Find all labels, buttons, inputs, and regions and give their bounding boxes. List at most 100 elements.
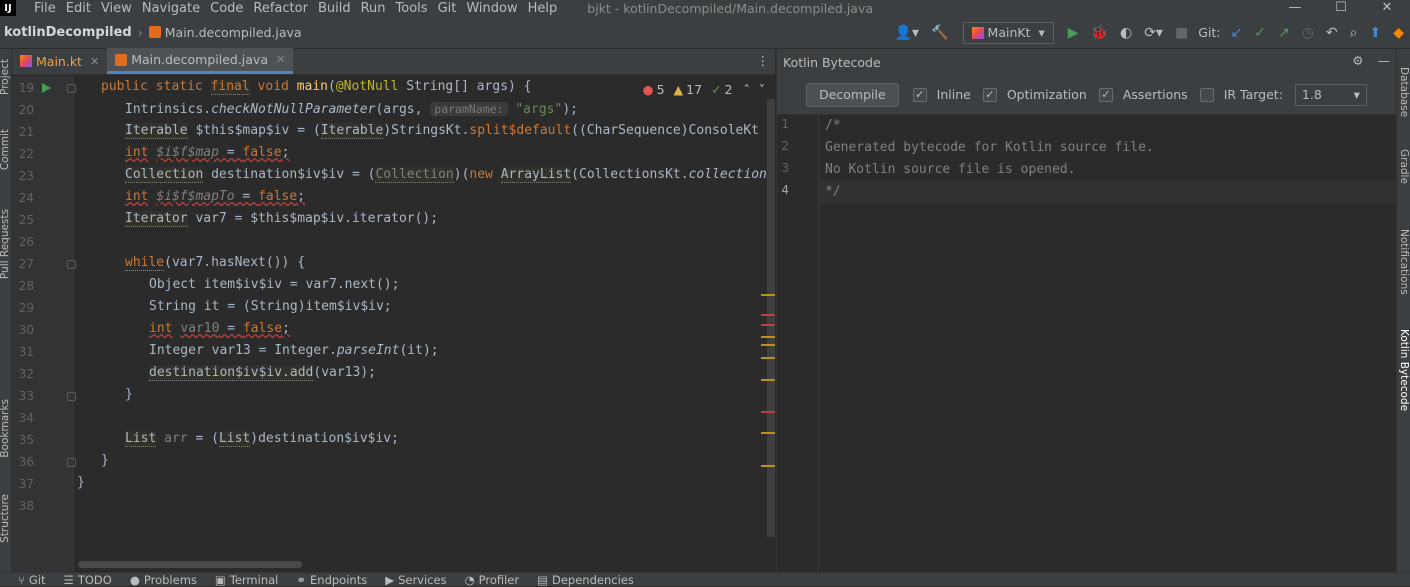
decompile-button[interactable]: Decompile bbox=[806, 82, 899, 107]
maximize-icon[interactable]: ☐ bbox=[1318, 0, 1364, 15]
tool-endpoints-label: Endpoints bbox=[310, 572, 368, 587]
user-icon[interactable]: 👤▾ bbox=[895, 25, 919, 41]
menu-git[interactable]: Git bbox=[438, 1, 457, 16]
menu-navigate[interactable]: Navigate bbox=[142, 1, 200, 16]
tool-endpoints[interactable]: ⚭ Endpoints bbox=[296, 573, 367, 587]
search-icon[interactable]: ⌕ bbox=[1350, 25, 1358, 41]
debug-icon[interactable]: 🐞 bbox=[1091, 25, 1108, 41]
run-configuration-select[interactable]: MainKt ▾ bbox=[962, 21, 1054, 44]
git-commit-icon[interactable]: ✓ bbox=[1254, 25, 1266, 41]
stop-icon[interactable]: ■ bbox=[1175, 25, 1188, 41]
tool-window-commit[interactable]: Commit bbox=[0, 129, 11, 170]
code-area[interactable]: public static final void main(@NotNull S… bbox=[76, 76, 766, 572]
close-icon[interactable]: ✕ bbox=[1364, 0, 1410, 15]
ir-checkbox[interactable] bbox=[1199, 87, 1214, 102]
fold-icon[interactable] bbox=[67, 84, 76, 93]
main-toolbar: 👤▾ 🔨 MainKt ▾ ▶ 🐞 ◐ ⟳▾ ■ Git: ↙ ✓ ↗ ◷ ↶ … bbox=[889, 16, 1410, 49]
profile-icon[interactable]: ⟳▾ bbox=[1144, 25, 1163, 41]
more-tabs-icon[interactable]: ⋮ bbox=[757, 53, 770, 68]
line-number: 3 bbox=[781, 161, 789, 175]
tool-services[interactable]: ▶ Services bbox=[385, 573, 446, 587]
bytecode-line: /* bbox=[825, 118, 841, 133]
git-history-icon[interactable]: ◷ bbox=[1302, 25, 1314, 41]
endpoints-icon: ⚭ bbox=[296, 572, 307, 587]
editor-tabs: Main.kt ✕ Main.decompiled.java ✕ ⋮ bbox=[12, 48, 775, 75]
code-line: Intrinsics.checkNotNullParameter(args, p… bbox=[125, 102, 578, 117]
gear-icon[interactable]: ⚙ bbox=[1352, 53, 1363, 68]
minimize-icon[interactable]: — bbox=[1272, 0, 1318, 15]
tool-profiler[interactable]: ◔ Profiler bbox=[465, 573, 520, 587]
tool-window-database[interactable]: Database bbox=[1398, 67, 1410, 117]
chevron-down-icon: ▾ bbox=[1038, 25, 1045, 40]
tab-main-kt[interactable]: Main.kt ✕ bbox=[12, 48, 107, 74]
tool-window-gradle[interactable]: Gradle bbox=[1398, 149, 1410, 184]
menu-run[interactable]: Run bbox=[361, 1, 386, 16]
fold-icon[interactable] bbox=[67, 392, 76, 401]
chevron-down-icon: ▾ bbox=[1353, 87, 1360, 102]
menu-tools[interactable]: Tools bbox=[396, 1, 428, 16]
fold-icon[interactable] bbox=[67, 260, 76, 269]
tool-services-label: Services bbox=[398, 572, 447, 587]
git-update-icon[interactable]: ↙ bbox=[1230, 25, 1242, 41]
hide-icon[interactable]: — bbox=[1378, 53, 1391, 68]
tool-window-notifications[interactable]: Notifications bbox=[1398, 229, 1410, 295]
menu-build[interactable]: Build bbox=[318, 1, 351, 16]
jetbrains-logo-icon[interactable]: ◆ bbox=[1393, 25, 1404, 41]
breadcrumb-project[interactable]: kotlinDecompiled bbox=[0, 25, 132, 40]
error-marker bbox=[761, 411, 775, 413]
update-icon[interactable]: ⬆ bbox=[1369, 25, 1381, 41]
vertical-scrollbar[interactable] bbox=[761, 99, 775, 537]
line-number: 29 bbox=[18, 301, 34, 315]
tool-git[interactable]: ⑂ Git bbox=[18, 573, 46, 587]
menu-file[interactable]: File bbox=[34, 1, 56, 16]
run-icon[interactable]: ▶ bbox=[1068, 25, 1079, 41]
git-push-icon[interactable]: ↗ bbox=[1278, 25, 1290, 41]
tool-window-bookmarks[interactable]: Bookmarks bbox=[0, 399, 11, 458]
breadcrumb-file[interactable]: Main.decompiled.java bbox=[165, 25, 302, 40]
bytecode-title: Kotlin Bytecode bbox=[783, 54, 881, 70]
code-line: destination$iv$iv.add(var13); bbox=[149, 365, 376, 381]
horizontal-scrollbar[interactable] bbox=[78, 561, 302, 568]
run-gutter-icon[interactable] bbox=[42, 83, 51, 93]
close-tab-icon[interactable]: ✕ bbox=[90, 55, 99, 68]
optimization-checkbox[interactable]: ✓ bbox=[982, 87, 997, 102]
menu-refactor[interactable]: Refactor bbox=[253, 1, 308, 16]
code-line: } bbox=[125, 387, 133, 402]
tab-main-decompiled-java[interactable]: Main.decompiled.java ✕ bbox=[107, 48, 294, 74]
menu-edit[interactable]: Edit bbox=[66, 1, 91, 16]
tool-window-project[interactable]: Project bbox=[0, 59, 11, 95]
inline-checkbox[interactable]: ✓ bbox=[912, 87, 927, 102]
bytecode-toolbar: Decompile ✓ Inline ✓ Optimization ✓ Asserti… bbox=[777, 75, 1396, 115]
services-icon: ▶ bbox=[385, 572, 395, 587]
tool-dependencies[interactable]: ▤ Dependencies bbox=[537, 573, 634, 587]
tool-terminal[interactable]: ▣ Terminal bbox=[215, 573, 278, 587]
tool-window-pull-requests[interactable]: Pull Requests bbox=[0, 209, 11, 279]
error-icon: ● bbox=[642, 82, 654, 97]
error-marker bbox=[761, 324, 775, 326]
close-tab-icon[interactable]: ✕ bbox=[276, 53, 285, 66]
build-hammer-icon[interactable]: 🔨 bbox=[931, 25, 948, 41]
line-number: 21 bbox=[18, 125, 34, 139]
inspection-widget[interactable]: ● 5 ▲ 17 ✓ 2 ˄ ˅ bbox=[643, 82, 765, 97]
bottom-tool-bar: ⑂ Git ☰ TODO ● Problems ▣ Terminal ⚭ Endpoint… bbox=[0, 572, 1410, 587]
kotlin-file-icon bbox=[20, 55, 32, 67]
menu-window[interactable]: Window bbox=[466, 1, 517, 16]
run-config-label: MainKt bbox=[987, 25, 1031, 40]
menu-help[interactable]: Help bbox=[528, 1, 558, 16]
ir-target-select[interactable]: 1.8 ▾ bbox=[1294, 83, 1367, 106]
chevron-up-icon[interactable]: ˄ bbox=[744, 82, 750, 97]
tool-window-kotlin-bytecode[interactable]: Kotlin Bytecode bbox=[1398, 329, 1410, 411]
menu-code[interactable]: Code bbox=[210, 1, 243, 16]
assertions-checkbox[interactable]: ✓ bbox=[1098, 87, 1113, 102]
tool-window-structure[interactable]: Structure bbox=[0, 494, 11, 543]
tool-problems[interactable]: ● Problems bbox=[130, 573, 197, 587]
menu-view[interactable]: View bbox=[101, 1, 132, 16]
line-number: 19 bbox=[18, 81, 34, 95]
fold-icon[interactable] bbox=[67, 458, 76, 467]
tool-todo[interactable]: ☰ TODO bbox=[64, 573, 112, 587]
git-rollback-icon[interactable]: ↶ bbox=[1326, 25, 1338, 41]
bytecode-header: Kotlin Bytecode ⚙ — bbox=[777, 49, 1396, 75]
chevron-down-icon[interactable]: ˅ bbox=[759, 82, 765, 97]
coverage-icon[interactable]: ◐ bbox=[1120, 25, 1132, 41]
line-number: 38 bbox=[18, 499, 34, 513]
